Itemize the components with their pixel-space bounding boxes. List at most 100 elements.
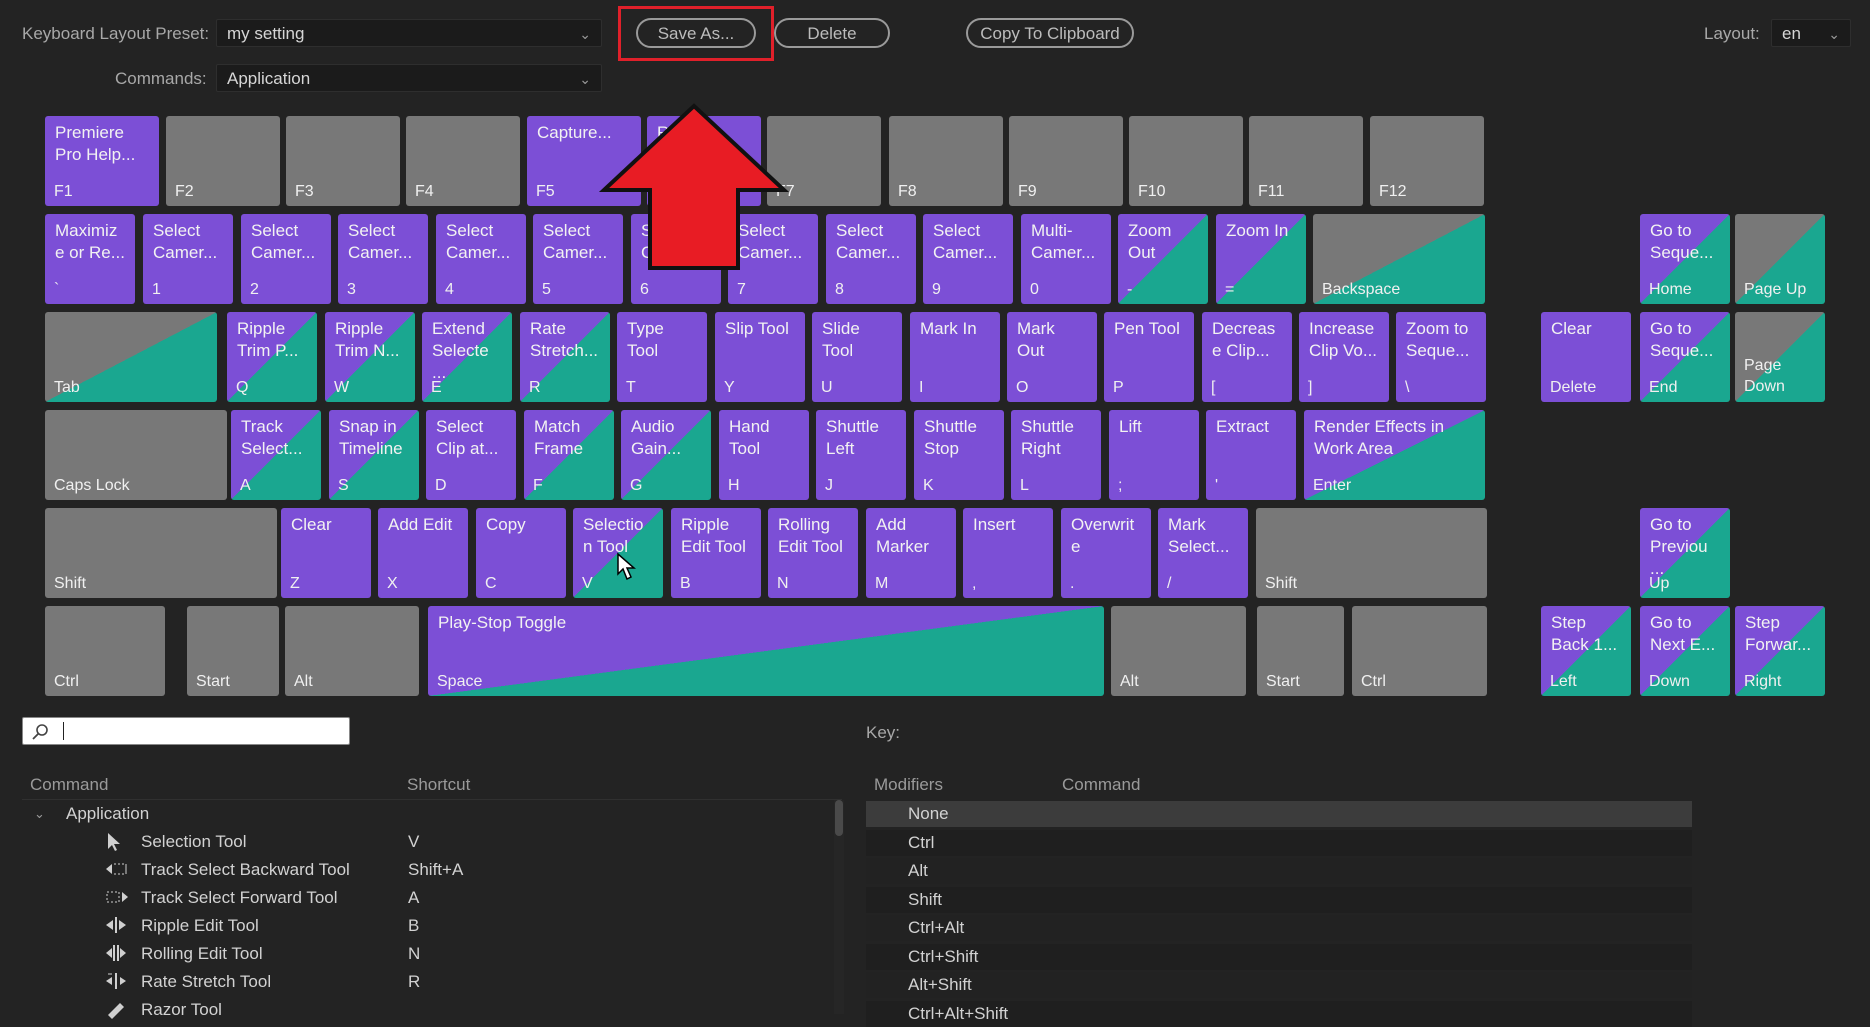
key-shift[interactable]: Shift (45, 508, 277, 598)
key-a[interactable]: Track Select... A (231, 410, 321, 500)
key-alt[interactable]: Alt (1111, 606, 1246, 696)
key-w[interactable]: Ripple Trim N... W (325, 312, 415, 402)
copy-to-clipboard-button[interactable]: Copy To Clipboard (966, 18, 1134, 48)
key-sym[interactable]: Increase Clip Vo...] (1299, 312, 1389, 402)
key-f4[interactable]: F4 (406, 116, 520, 206)
key-sym[interactable]: Overwrit e. (1061, 508, 1151, 598)
key-sym[interactable]: Lift; (1109, 410, 1199, 500)
commands-dropdown[interactable]: Application ⌄ (216, 64, 602, 92)
key-sym[interactable]: Maximiz e or Re... ` (45, 214, 135, 304)
key-k[interactable]: Shuttle Stop K (914, 410, 1004, 500)
key-c[interactable]: Copy C (476, 508, 566, 598)
modifier-row[interactable]: Ctrl+Alt (866, 915, 1692, 941)
command-shortcut[interactable]: Shift+A (408, 858, 463, 882)
key-sym[interactable]: Zoom In = (1216, 214, 1306, 304)
key-f8[interactable]: F8 (889, 116, 1003, 206)
table-row[interactable]: Rolling Edit Tool N (30, 942, 830, 966)
key-sym[interactable]: Mark Select... / (1158, 508, 1248, 598)
key-q[interactable]: Ripple Trim P... Q (227, 312, 317, 402)
key-m[interactable]: Add Marker M (866, 508, 956, 598)
key-o[interactable]: Mark Out O (1007, 312, 1097, 402)
key-t[interactable]: Type Tool T (617, 312, 707, 402)
column-header-command[interactable]: Command (1062, 775, 1140, 795)
save-as-button[interactable]: Save As... (636, 18, 756, 48)
search-box[interactable] (22, 717, 350, 745)
command-shortcut[interactable]: A (408, 886, 419, 910)
key-0[interactable]: Multi- Camer... 0 (1021, 214, 1111, 304)
key-enter[interactable]: Render Effects in Work Area Enter (1304, 410, 1485, 500)
key-f[interactable]: Match Frame F (524, 410, 614, 500)
key-f1[interactable]: Premiere Pro Help... F1 (45, 116, 159, 206)
key-sym[interactable]: Zoom to Seque... \ (1396, 312, 1486, 402)
command-shortcut[interactable]: V (408, 830, 419, 854)
key-space[interactable]: Play-Stop Toggle Space (428, 606, 1104, 696)
key-tab[interactable]: Tab (45, 312, 217, 402)
key-3[interactable]: Select Camer... 3 (338, 214, 428, 304)
key-f10[interactable]: F10 (1129, 116, 1243, 206)
key-x[interactable]: Add Edit X (378, 508, 468, 598)
key-home[interactable]: Go to Seque... Home (1640, 214, 1730, 304)
key-u[interactable]: Slide Tool U (812, 312, 902, 402)
key-f3[interactable]: F3 (286, 116, 400, 206)
command-shortcut[interactable]: R (408, 970, 420, 994)
key-backspace[interactable]: Backspace (1313, 214, 1485, 304)
key-4[interactable]: Select Camer... 4 (436, 214, 526, 304)
modifier-row[interactable]: Ctrl (866, 829, 1692, 856)
scrollbar-thumb[interactable] (835, 800, 843, 836)
table-row[interactable]: Track Select Backward Tool Shift+A (30, 858, 830, 882)
layout-dropdown[interactable]: en ⌄ (1771, 19, 1851, 47)
key-b[interactable]: Ripple Edit Tool B (671, 508, 761, 598)
key-start[interactable]: Start (187, 606, 279, 696)
key-start[interactable]: Start (1257, 606, 1344, 696)
key-9[interactable]: Select Camer... 9 (923, 214, 1013, 304)
column-header-command[interactable]: Command (30, 775, 108, 795)
key-l[interactable]: Shuttle Right L (1011, 410, 1101, 500)
key-y[interactable]: Slip Tool Y (715, 312, 805, 402)
group-row-application[interactable]: ⌄ Application (30, 802, 830, 826)
key-f12[interactable]: F12 (1370, 116, 1484, 206)
modifier-row[interactable]: None (866, 801, 1692, 827)
key-left[interactable]: Step Back 1... Left (1541, 606, 1631, 696)
key-right[interactable]: Step Forwar... Right (1735, 606, 1825, 696)
key-g[interactable]: Audio Gain... G (621, 410, 711, 500)
key-sym[interactable]: Zoom Out - (1118, 214, 1208, 304)
column-header-modifiers[interactable]: Modifiers (874, 775, 943, 795)
modifier-row[interactable]: Ctrl+Shift (866, 943, 1692, 970)
delete-button[interactable]: Delete (774, 18, 890, 48)
search-input[interactable] (67, 720, 341, 744)
key-sym[interactable]: Decreas e Clip... [ (1202, 312, 1292, 402)
chevron-down-icon[interactable]: ⌄ (34, 802, 45, 826)
key-f9[interactable]: F9 (1009, 116, 1123, 206)
key-r[interactable]: Rate Stretch... R (520, 312, 610, 402)
table-row[interactable]: Razor Tool (30, 998, 830, 1022)
key-page-up[interactable]: Page Up (1735, 214, 1825, 304)
key-shift[interactable]: Shift (1256, 508, 1487, 598)
command-shortcut[interactable]: N (408, 942, 420, 966)
key-caps-lock[interactable]: Caps Lock (45, 410, 227, 500)
modifier-row[interactable]: Shift (866, 886, 1692, 913)
key-8[interactable]: Select Camer... 8 (826, 214, 916, 304)
key-down[interactable]: Go to Next E... Down (1640, 606, 1730, 696)
table-row[interactable]: Track Select Forward Tool A (30, 886, 830, 910)
key-n[interactable]: Rolling Edit Tool N (768, 508, 858, 598)
key-ctrl[interactable]: Ctrl (1352, 606, 1487, 696)
key-z[interactable]: Clear Z (281, 508, 371, 598)
key-ctrl[interactable]: Ctrl (45, 606, 165, 696)
key-page-down[interactable]: Page Down (1735, 312, 1825, 402)
command-shortcut[interactable]: B (408, 914, 419, 938)
table-row[interactable]: Rate Stretch Tool R (30, 970, 830, 994)
column-header-shortcut[interactable]: Shortcut (407, 775, 470, 795)
key-delete[interactable]: Clear Delete (1541, 312, 1631, 402)
key-end[interactable]: Go to Seque... End (1640, 312, 1730, 402)
scrollbar-track[interactable] (834, 800, 844, 1014)
key-s[interactable]: Snap in Timeline S (329, 410, 419, 500)
key-2[interactable]: Select Camer... 2 (241, 214, 331, 304)
key-sym[interactable]: Insert, (963, 508, 1053, 598)
key-sym[interactable]: Extract ' (1206, 410, 1296, 500)
preset-dropdown[interactable]: my setting ⌄ (216, 19, 602, 47)
table-row[interactable]: Selection Tool V (30, 830, 830, 854)
key-alt[interactable]: Alt (285, 606, 419, 696)
table-row[interactable]: Ripple Edit Tool B (30, 914, 830, 938)
key-f2[interactable]: F2 (166, 116, 280, 206)
key-d[interactable]: Select Clip at... D (426, 410, 516, 500)
